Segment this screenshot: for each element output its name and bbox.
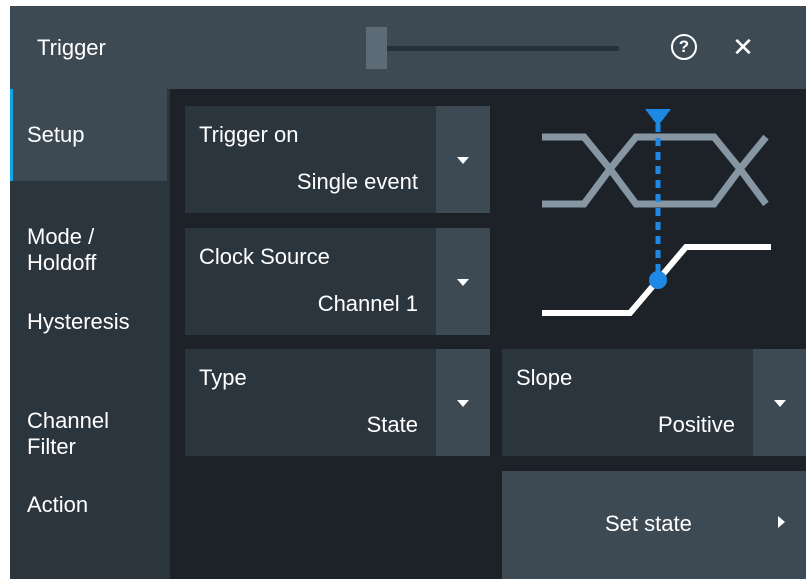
title-bar: Trigger ? ✕ <box>10 6 806 89</box>
sidebar-item-mode-holdoff[interactable]: Mode / Holdoff <box>10 198 170 276</box>
sidebar-item-hysteresis[interactable]: Hysteresis <box>10 309 170 335</box>
slope-value: Positive <box>657 412 735 437</box>
clock-source-value: Channel 1 <box>317 291 418 316</box>
set-state-button[interactable]: Set state <box>502 471 806 579</box>
type-dropdown-button[interactable] <box>436 349 490 456</box>
set-state-label: Set state <box>605 511 692 536</box>
slope-field[interactable]: Slope Positive <box>502 349 753 456</box>
trigger-marker-icon <box>645 109 671 126</box>
trigger-on-value: Single event <box>296 169 418 194</box>
sidebar-item-label: Setup <box>27 122 85 147</box>
caret-down-icon <box>457 278 469 286</box>
slope-label: Slope <box>516 365 573 390</box>
sidebar-item-action[interactable]: Action <box>10 492 170 518</box>
dialog-title: Trigger <box>37 35 106 60</box>
sidebar-item-label: Hysteresis <box>27 309 130 334</box>
caret-right-icon <box>778 516 785 528</box>
type-field[interactable]: Type State <box>185 349 436 456</box>
type-value: State <box>366 412 418 437</box>
sidebar-item-setup[interactable]: Setup <box>13 89 167 181</box>
help-circle-icon[interactable]: ? <box>671 34 697 60</box>
clock-source-label: Clock Source <box>199 244 330 269</box>
type-label: Type <box>199 365 247 390</box>
sidebar-item-label: Action <box>27 492 89 517</box>
sidebar-item-label: Channel Filter <box>27 408 109 459</box>
state-trigger-diagram-icon <box>542 109 771 316</box>
clock-source-dropdown-button[interactable] <box>436 228 490 335</box>
caret-down-icon <box>773 399 786 407</box>
sidebar-item-channel-filter[interactable]: Channel Filter <box>10 382 170 460</box>
transparency-slider-track[interactable] <box>366 46 619 51</box>
close-icon[interactable]: ✕ <box>729 32 757 62</box>
sidebar-item-label: Mode / Holdoff <box>27 224 97 275</box>
transparency-slider-thumb[interactable] <box>366 27 387 69</box>
caret-down-icon <box>457 399 469 407</box>
trigger-dialog: Trigger ? ✕ Setup Mode / Holdoff Hystere… <box>10 6 806 579</box>
clock-source-field[interactable]: Clock Source Channel 1 <box>185 228 436 335</box>
caret-down-icon <box>457 156 469 164</box>
trigger-on-label: Trigger on <box>199 122 299 147</box>
sidebar: Setup Mode / Holdoff Hysteresis Channel … <box>10 89 170 579</box>
trigger-point-icon <box>649 271 667 289</box>
trigger-on-dropdown-button[interactable] <box>436 106 490 213</box>
data-bus-waveform-icon <box>542 133 769 208</box>
trigger-on-field[interactable]: Trigger on Single event <box>185 106 436 213</box>
slope-dropdown-button[interactable] <box>753 349 806 456</box>
